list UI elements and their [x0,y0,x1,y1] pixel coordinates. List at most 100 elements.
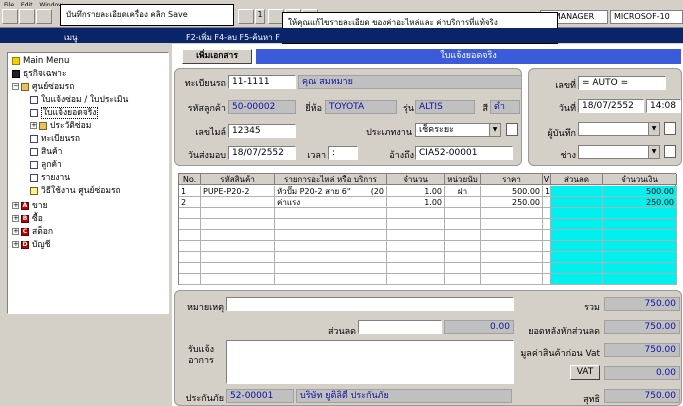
expand-icon[interactable]: + [30,122,37,129]
grid-cell[interactable] [481,219,543,230]
tree-item[interactable]: + C สต็อก [12,226,53,238]
grid-cell[interactable] [543,197,551,208]
chevron-down-icon[interactable]: ▼ [648,123,659,135]
column-header[interactable]: จำนวน [387,174,445,185]
time-now-input[interactable]: 14:08 [646,99,681,113]
column-header[interactable]: ส่วนลด [551,174,603,185]
edit-icon[interactable] [19,9,35,24]
grid-cell[interactable] [551,274,603,285]
column-header[interactable]: V [543,174,551,185]
chevron-down-icon[interactable]: ▼ [648,146,659,158]
grid-cell[interactable]: 2 [179,197,201,208]
expand-icon[interactable]: + [12,202,19,209]
grid-cell[interactable] [481,241,543,252]
grid-cell[interactable] [387,252,445,263]
document-icon[interactable] [506,123,518,136]
expand-icon[interactable]: + [12,215,19,222]
grid-cell[interactable]: 500.00 [481,186,543,197]
tree-item[interactable]: สินค้า [30,146,62,158]
grid-cell[interactable]: PUPE-P20-2 [201,186,275,197]
chevron-down-icon[interactable]: ▼ [489,124,500,136]
grid-cell[interactable] [275,274,387,285]
tree-item[interactable]: ทะเบียนรถ [30,133,80,145]
tree-item[interactable]: ลูกค้า [30,159,62,171]
grid-cell[interactable] [551,197,603,208]
grid-cell[interactable] [201,197,275,208]
grid-cell[interactable] [445,263,481,274]
doc-no-input[interactable]: = AUTO = [578,76,666,90]
mechanic-select[interactable]: ▼ [578,145,660,159]
grid-cell[interactable] [551,241,603,252]
column-header[interactable]: รายการอะไหล่ หรือ บริการ [275,174,387,185]
grid-cell[interactable] [445,274,481,285]
grid-cell[interactable] [201,208,275,219]
grid-cell[interactable] [603,208,677,219]
grid-cell[interactable] [603,274,677,285]
tree-item[interactable]: ใบแจ้งยอดจริง [30,107,99,119]
grid-cell[interactable] [543,274,551,285]
grid-cell[interactable] [201,219,275,230]
document-icon[interactable] [664,122,676,135]
grid-cell[interactable]: 1.00 [387,186,445,197]
vat-button[interactable]: VAT [570,365,600,380]
grid-cell[interactable] [387,219,445,230]
grid-cell[interactable] [275,252,387,263]
tree-item[interactable]: + B ซื้อ [12,213,43,225]
undo-icon[interactable] [36,9,52,24]
grid-cell[interactable] [445,230,481,241]
grid-cell[interactable] [603,263,677,274]
tree-item[interactable]: วิธีใช้งาน ศูนย์ซ่อมรถ [30,185,121,197]
expand-icon[interactable]: + [12,241,19,248]
discount-input[interactable] [358,320,442,334]
grid-cell[interactable] [275,263,387,274]
column-header[interactable]: ราคา [481,174,543,185]
column-header[interactable]: No. [179,174,201,185]
grid-cell[interactable] [179,208,201,219]
grid-cell[interactable] [551,219,603,230]
grid-cell[interactable] [543,208,551,219]
grid-cell[interactable] [275,241,387,252]
tree-item[interactable]: + A ขาย [12,200,48,212]
grid-cell[interactable] [543,252,551,263]
grid-cell[interactable] [445,219,481,230]
grid-cell[interactable] [201,241,275,252]
grid-cell[interactable] [201,263,275,274]
grid-cell[interactable]: หัวปั๊ม P20-2 สาย 6" (20 [275,186,387,197]
tree-item[interactable]: รายงาน [30,172,70,184]
grid-cell[interactable] [445,241,481,252]
grid-cell[interactable] [551,230,603,241]
grid-cell[interactable] [387,230,445,241]
grid-cell[interactable] [387,208,445,219]
tree-item[interactable]: + ประวัติซ่อม [30,120,91,132]
grid-cell[interactable] [481,263,543,274]
grid-cell[interactable] [481,274,543,285]
new-icon[interactable] [2,9,18,24]
grid-cell[interactable]: ค่าแรง [275,197,387,208]
time-input[interactable]: : [328,146,358,160]
grid-cell[interactable] [481,230,543,241]
grid-cell[interactable] [551,252,603,263]
tree-item[interactable]: + D บัญชี [12,239,50,251]
column-header[interactable]: หน่วยนับ [445,174,481,185]
grid-cell[interactable] [543,219,551,230]
grid-cell[interactable] [551,186,603,197]
grid-cell[interactable] [543,230,551,241]
plate-input[interactable]: 11-1111 [228,75,296,89]
grid-cell[interactable] [481,208,543,219]
grid-cell[interactable]: 250.00 [481,197,543,208]
grid-cell[interactable] [387,274,445,285]
expand-icon[interactable]: + [12,228,19,235]
grid-cell[interactable] [551,263,603,274]
grid-cell[interactable]: 1 [543,186,551,197]
grid-cell[interactable] [603,230,677,241]
grid-cell[interactable] [543,263,551,274]
grid-cell[interactable] [179,230,201,241]
column-header[interactable]: รหัสสินค้า [201,174,275,185]
add-document-tab[interactable]: เพิ่มเอกสาร [182,49,252,64]
grid-cell[interactable] [201,252,275,263]
grid-cell[interactable] [275,230,387,241]
grid-cell[interactable] [551,208,603,219]
grid-cell[interactable] [179,252,201,263]
grid-cell[interactable]: 500.00 [603,186,677,197]
grid-cell[interactable] [179,219,201,230]
